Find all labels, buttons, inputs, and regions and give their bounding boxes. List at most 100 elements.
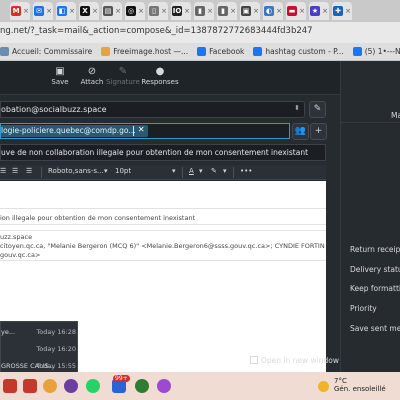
browser-tab[interactable]: ◐ ×: [263, 2, 283, 20]
select-arrows-icon: ⬍: [294, 104, 300, 112]
close-tab-icon[interactable]: ×: [115, 7, 121, 15]
close-tab-icon[interactable]: ×: [184, 7, 190, 15]
responses-label: Responses: [141, 78, 179, 86]
options-panel: Ma Return receipt Delivery statu Keep fo…: [340, 61, 400, 372]
bookmark-label: Facebook: [209, 47, 245, 56]
to-field[interactable]: logie-policiere.quebec@comdp.go... ✕: [0, 123, 290, 139]
chevron-down-icon: ▾: [199, 167, 203, 175]
browser-tab[interactable]: ▣ ×: [240, 2, 260, 20]
mail-app: ▣ Save ⊘ Attach ✎ Signature ● Responses …: [0, 61, 400, 393]
close-tab-icon[interactable]: ×: [23, 7, 29, 15]
bookmark-item[interactable]: Accueil: Commissaire: [0, 47, 92, 56]
close-tab-icon[interactable]: ×: [46, 7, 52, 15]
open-in-new-window-link[interactable]: Open in new window: [250, 356, 339, 365]
suggestion-date: Today 16:28: [36, 328, 76, 336]
close-tab-icon[interactable]: ×: [207, 7, 213, 15]
url-text[interactable]: ng.net/?_task=mail&_action=compose&_id=1…: [0, 26, 313, 36]
chrome-icon[interactable]: [43, 379, 57, 393]
app-icon[interactable]: [23, 379, 37, 393]
bookmark-icon: [197, 47, 207, 56]
subject-input[interactable]: uve de non collaboration illegale pour o…: [0, 144, 326, 161]
priority-option[interactable]: Priority: [350, 304, 377, 313]
browser-tab[interactable]: ▯ ×: [148, 2, 168, 20]
app-icon[interactable]: [3, 379, 17, 393]
list-icon[interactable]: ☰: [0, 167, 6, 175]
outdent-icon[interactable]: ☰: [12, 167, 18, 175]
close-tab-icon[interactable]: ×: [276, 7, 282, 15]
io-icon: IO: [172, 6, 183, 16]
list-item[interactable]: ye... Today 16:28: [1, 324, 79, 340]
browser-tab[interactable]: ★ ×: [309, 2, 329, 20]
bookmark-label: (5) 1•---Nation On...: [364, 47, 400, 56]
text-color-icon[interactable]: A: [189, 167, 194, 175]
bookmark-item[interactable]: Facebook: [197, 47, 244, 56]
signature-label: Signature: [106, 78, 140, 86]
responses-button[interactable]: ● Responses: [140, 65, 180, 86]
delivery-status-option[interactable]: Delivery statu: [350, 265, 400, 274]
font-family-select[interactable]: Roboto,sans-s...: [48, 167, 104, 175]
more-options-icon[interactable]: •••: [240, 167, 252, 175]
pencil-icon: ✎: [313, 104, 322, 114]
browser-tab[interactable]: ▤ ×: [102, 2, 122, 20]
subject-value: uve de non collaboration illegale pour o…: [1, 148, 309, 157]
return-receipt-option[interactable]: Return receipt: [350, 245, 400, 254]
whatsapp-icon[interactable]: [86, 379, 100, 393]
address-bar[interactable]: ng.net/?_task=mail&_action=compose&_id=1…: [0, 22, 400, 43]
app-icon[interactable]: [64, 379, 78, 393]
page-icon: ◧: [57, 6, 68, 16]
bookmark-icon: [0, 47, 9, 56]
browser-tab[interactable]: ▬ ×: [286, 2, 306, 20]
highlight-color-icon[interactable]: ✎: [211, 167, 217, 175]
list-item[interactable]: Today 16:20: [1, 341, 79, 357]
signature-button[interactable]: ✎ Signature: [103, 65, 143, 86]
weather-temperature: 7°C: [334, 377, 347, 385]
browser-tab[interactable]: ▮ ×: [217, 2, 237, 20]
bookmark-icon: [101, 47, 111, 56]
chatgpt-icon: ◎: [126, 6, 137, 16]
browser-tab[interactable]: ✚ ×: [332, 2, 352, 20]
bookmark-icon: [352, 47, 362, 56]
add-contact-button[interactable]: 👥: [292, 123, 309, 140]
x-icon: X: [80, 6, 91, 16]
close-tab-icon[interactable]: ×: [138, 7, 144, 15]
recipient-chip[interactable]: logie-policiere.quebec@comdp.go... ✕: [1, 125, 148, 137]
indent-icon[interactable]: ☰: [26, 167, 32, 175]
close-tab-icon[interactable]: ×: [161, 7, 167, 15]
gmail-icon: M: [11, 6, 22, 16]
bookmark-label: Accueil: Commissaire: [12, 47, 93, 56]
browser-tab[interactable]: ✉ ×: [33, 2, 53, 20]
browser-tab[interactable]: ◎ ×: [125, 2, 145, 20]
font-size-select[interactable]: 10pt: [115, 167, 131, 175]
signature-icon: ✎: [118, 66, 128, 77]
close-tab-icon[interactable]: ×: [322, 7, 328, 15]
edit-identity-button[interactable]: ✎: [309, 101, 326, 118]
app-icon[interactable]: [157, 379, 171, 393]
remove-recipient-icon[interactable]: ✕: [138, 125, 145, 134]
close-tab-icon[interactable]: ×: [92, 7, 98, 15]
browser-tab[interactable]: IO ×: [171, 2, 191, 20]
from-select[interactable]: obation@socialbuzz.space ⬍: [0, 101, 305, 118]
app-icon[interactable]: [135, 379, 149, 393]
browser-tab-strip: M × ✉ × ◧ × X × ▤ × ◎ × ▯ × IO × ▮ × ▮ × ▣ × ◐ × ▬ × ★ × ✚ ×: [0, 0, 400, 22]
close-tab-icon[interactable]: ×: [253, 7, 259, 15]
add-header-button[interactable]: +: [310, 123, 327, 140]
close-tab-icon[interactable]: ×: [299, 7, 305, 15]
body-line-to-cont: gouv.qc.ca>: [0, 251, 41, 259]
save-label: Save: [51, 78, 69, 86]
browser-tab[interactable]: M ×: [10, 2, 30, 20]
browser-tab[interactable]: X ×: [79, 2, 99, 20]
bookmark-item[interactable]: Freeimage.host —...: [101, 47, 188, 56]
keep-formatting-option[interactable]: Keep formattin: [350, 284, 400, 293]
browser-tab[interactable]: ▮ ×: [194, 2, 214, 20]
body-line-to: citoyen.qc.ca, "Melanie Bergeron (MCQ 6)…: [0, 242, 325, 250]
save-sent-option[interactable]: Save sent mess: [350, 324, 400, 333]
plus-icon: +: [314, 126, 323, 136]
close-tab-icon[interactable]: ×: [230, 7, 236, 15]
browser-tab[interactable]: ◧ ×: [56, 2, 76, 20]
close-tab-icon[interactable]: ×: [345, 7, 351, 15]
close-tab-icon[interactable]: ×: [69, 7, 75, 15]
bookmark-item[interactable]: hashtag custom - P...: [253, 47, 344, 56]
bookmark-icon: [253, 47, 263, 56]
weather-widget[interactable]: 7°C Gén. ensoleillé: [334, 377, 386, 393]
bookmark-item[interactable]: (5) 1•---Nation On...: [352, 47, 400, 56]
